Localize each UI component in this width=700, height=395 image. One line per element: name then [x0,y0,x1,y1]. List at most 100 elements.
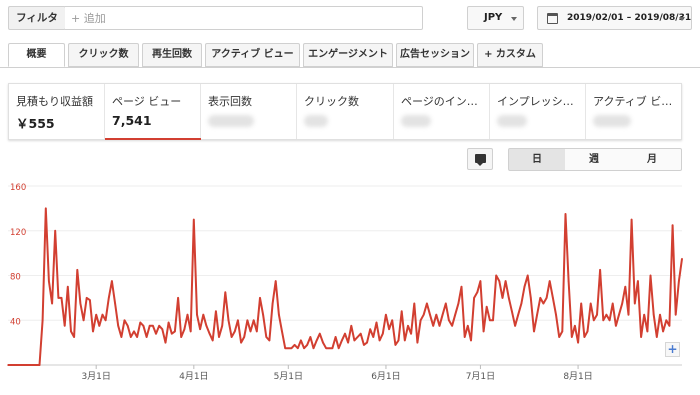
data-point [429,313,431,316]
data-point [221,325,223,327]
data-point [319,332,321,335]
data-point [599,269,601,271]
data-point [479,280,482,282]
data-point [13,364,16,366]
data-point [359,332,362,335]
data-point [552,297,554,299]
data-point [167,321,170,324]
data-point [306,344,309,346]
data-point [482,330,485,333]
data-point [41,319,44,322]
data-point [26,364,28,366]
data-point [297,347,299,349]
granularity-day-button[interactable]: 日 [508,148,566,171]
metric-page-views[interactable]: ページ ビュー 7,541 [105,84,201,140]
data-point [542,302,545,305]
data-point [602,319,605,322]
data-point [82,319,85,322]
metric-impression-rpm[interactable]: インプレッシ… [490,84,586,139]
chevron-down-icon [511,17,517,21]
data-point [293,344,296,346]
data-point [79,302,82,305]
data-point [303,347,305,349]
data-point [142,325,145,327]
y-tick-label: 40 [10,317,21,327]
annotation-button[interactable] [467,148,493,170]
metric-value: 7,541 [112,113,152,128]
data-point [460,285,463,288]
metric-impressions[interactable]: 表示回数 [201,84,297,139]
metric-active-view[interactable]: アクティブ ビ… [586,84,681,139]
tab-clicks[interactable]: クリック数 [68,43,139,67]
data-point [246,319,249,322]
data-point [193,218,195,221]
tab-custom[interactable]: + カスタム [477,43,543,67]
data-point [353,339,356,342]
data-point [268,339,271,342]
data-point [561,330,564,333]
data-point [63,325,66,327]
data-point [385,313,387,316]
tab-active-view[interactable]: アクティブ ビュー [205,43,300,67]
filter-button[interactable]: フィルタ [8,6,66,30]
metric-page-rpm[interactable]: ページのイン… [394,84,490,139]
data-point [470,339,472,342]
add-annotation-icon[interactable]: + [665,342,680,357]
data-point [337,347,340,349]
series-line [8,207,683,366]
tab-engagement[interactable]: エンゲージメント [303,43,393,67]
tab-overview[interactable]: 概要 [8,43,65,67]
metric-estimated-earnings[interactable]: 見積もり収益額 ￥555 [9,84,105,139]
data-point [38,364,41,366]
data-point [189,330,192,333]
data-point [574,325,576,327]
date-range-select[interactable]: 2019/02/01 – 2019/08/31 [537,6,692,30]
data-point [67,285,69,288]
data-point [356,336,359,338]
data-point [618,313,620,316]
metric-clicks[interactable]: クリック数 [297,84,394,139]
data-point [615,325,617,327]
data-point [605,313,608,316]
data-point [435,313,438,316]
tab-ad-sessions[interactable]: 広告セッション [396,43,474,67]
data-point [372,336,375,338]
data-point [445,302,447,305]
y-tick-label: 120 [10,228,26,238]
data-point [199,328,201,330]
data-point [101,313,104,316]
data-point [73,336,75,338]
data-point [344,332,346,335]
currency-select[interactable]: JPY [467,6,524,30]
granularity-week-button[interactable]: 週 [565,148,624,171]
data-point [495,274,498,277]
tab-plays[interactable]: 再生回数 [142,43,202,67]
granularity-month-button[interactable]: 月 [623,148,682,171]
data-point [508,297,510,299]
data-point [158,325,160,327]
data-point [416,341,419,344]
data-point [139,321,142,324]
data-point [259,297,261,299]
data-point [413,302,416,305]
data-point [419,319,422,322]
data-point [211,339,214,342]
data-point [397,339,400,342]
data-point [126,325,129,327]
data-point [583,336,586,338]
data-point [309,336,312,338]
data-point [555,313,557,316]
data-point [665,319,668,322]
data-point [249,330,252,333]
x-tick-label: 3月1日 [81,371,110,382]
data-point [621,302,623,305]
data-point [375,321,378,324]
filter-input[interactable]: + 追加 [65,6,423,30]
data-point [501,297,504,299]
data-point [290,347,293,349]
data-point [161,328,164,330]
data-point [328,347,331,349]
calendar-icon [547,13,558,24]
data-point [407,325,409,327]
data-point [441,313,444,316]
